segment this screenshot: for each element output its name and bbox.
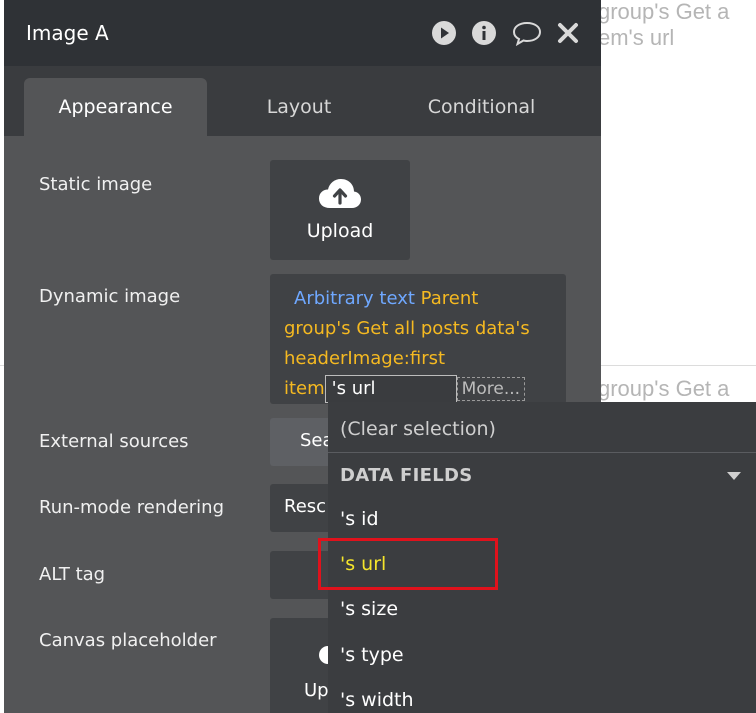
option-size[interactable]: 's size [340,598,398,620]
comment-icon[interactable] [511,20,543,46]
tab-appearance[interactable]: Appearance [24,78,207,136]
header-icons [431,20,579,46]
canvas-placeholder-value: Up [304,680,329,701]
panel-title: Image A [26,21,109,45]
tab-conditional[interactable]: Conditional [394,78,569,136]
expression-token[interactable]: group's Get all posts data's [284,318,530,339]
alt-tag-label: ALT tag [39,564,106,585]
dynamic-image-label: Dynamic image [39,286,181,307]
expression-token[interactable]: headerImage:first [284,348,445,369]
option-type[interactable]: 's type [340,644,404,666]
external-sources-label: External sources [39,431,189,452]
option-id[interactable]: 's id [340,508,379,530]
tab-bar: Appearance Layout Conditional [4,66,601,136]
play-icon[interactable] [431,20,457,46]
dynamic-image-expression[interactable]: Arbitrary text Parent group's Get all po… [270,274,566,404]
canvas-text: group's Get a [598,376,730,401]
url-field-chip[interactable]: 's url [324,375,457,403]
static-image-label: Static image [39,174,153,195]
canvas-text: em's url [598,25,675,50]
expression-token[interactable]: item [284,378,325,399]
selection-highlight-annotation [318,538,498,590]
data-fields-section-label: DATA FIELDS [340,465,473,486]
tab-layout[interactable]: Layout [224,78,374,136]
option-width[interactable]: 's width [340,689,414,711]
close-icon[interactable] [557,22,579,44]
run-mode-label: Run-mode rendering [39,497,225,518]
canvas-placeholder-label: Canvas placeholder [39,630,217,651]
more-button[interactable]: More... [456,377,526,401]
clear-selection-option[interactable]: (Clear selection) [340,418,496,440]
upload-button[interactable]: Upload [270,160,410,260]
info-icon[interactable] [471,20,497,46]
arbitrary-text-token[interactable]: Arbitrary text [294,288,415,309]
run-mode-value: Resc [284,496,327,517]
canvas-text: group's Get a [598,0,730,24]
data-fields-section-header[interactable]: DATA FIELDS [328,452,756,498]
cloud-upload-icon [319,179,361,208]
caret-down-icon [727,471,741,480]
upload-label: Upload [306,220,374,242]
panel-header: Image A [4,0,601,66]
expression-token[interactable]: Parent [421,288,479,309]
